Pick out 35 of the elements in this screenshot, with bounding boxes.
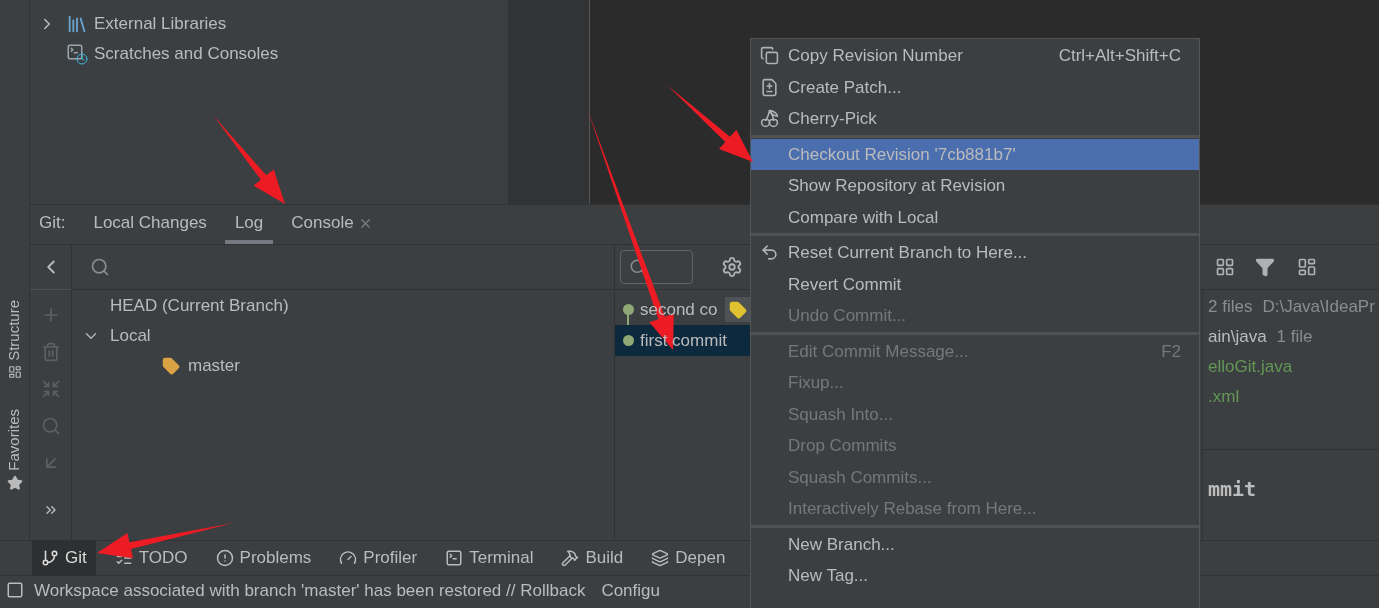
changed-path: .xml bbox=[1208, 386, 1240, 409]
menu-item[interactable]: Show Repository at Revision bbox=[751, 170, 1199, 202]
menu-item[interactable]: Reset Current Branch to Here... bbox=[751, 237, 1199, 269]
path-text: D:\Java\IdeaPr bbox=[1262, 296, 1375, 319]
changed-path: elloGit.java bbox=[1208, 356, 1293, 379]
menu-item[interactable]: New Tag... bbox=[751, 560, 1199, 592]
project-tree-item[interactable]: Scratches and Consoles bbox=[94, 41, 279, 67]
tool-window-button[interactable]: Build bbox=[552, 540, 633, 576]
tool-window-button[interactable]: Profiler bbox=[330, 540, 427, 576]
tool-window-button[interactable]: Terminal bbox=[436, 540, 543, 576]
project-tree-item[interactable]: External Libraries bbox=[94, 11, 227, 37]
file-count: 1 file bbox=[1276, 326, 1313, 349]
status-message: Workspace associated with branch 'master' has been restored // Rollback bbox=[34, 580, 586, 602]
changed-path: ain\java bbox=[1208, 326, 1267, 349]
tool-window-tab[interactable]: Local Changes bbox=[83, 206, 217, 244]
tool-window-tab[interactable]: Console bbox=[281, 206, 383, 244]
tool-window-tab[interactable]: Log bbox=[224, 206, 274, 244]
stripe-button[interactable]: Favorites bbox=[3, 408, 26, 491]
tool-window-button[interactable]: Problems bbox=[206, 540, 321, 576]
branch-tree-item[interactable]: Local bbox=[110, 323, 151, 349]
menu-item[interactable]: Compare with Local bbox=[751, 201, 1199, 233]
menu-item[interactable]: Revert Commit bbox=[751, 268, 1199, 300]
tool-window-button[interactable]: Git bbox=[32, 540, 96, 576]
menu-item[interactable]: Create Patch... bbox=[751, 71, 1199, 103]
menu-item[interactable]: New Branch... bbox=[751, 528, 1199, 560]
menu-item[interactable]: Copy Revision Number Ctrl+Alt+Shift+C bbox=[751, 40, 1199, 72]
tool-window-button[interactable]: Depen bbox=[642, 540, 735, 576]
stripe-button[interactable]: Structure bbox=[3, 300, 26, 379]
commit-message-title: mmit bbox=[1208, 477, 1257, 501]
status-link[interactable]: Configu bbox=[601, 578, 660, 604]
file-count: 2 files bbox=[1208, 296, 1253, 319]
branch-tree-item[interactable]: master bbox=[188, 353, 240, 379]
tool-window-title: Git: bbox=[39, 211, 66, 234]
branch-tree-item[interactable]: HEAD (Current Branch) bbox=[110, 293, 289, 319]
menu-item[interactable]: Cherry-Pick bbox=[751, 103, 1199, 135]
